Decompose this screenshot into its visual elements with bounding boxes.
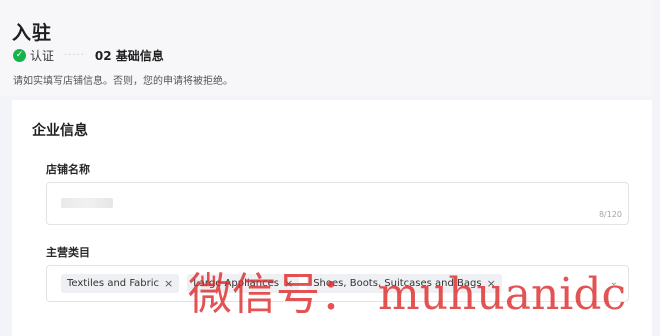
page-title: 入驻: [12, 22, 53, 44]
step-separator: ·····: [64, 49, 85, 61]
store-name-label: 店铺名称: [46, 163, 90, 176]
step-2-label: 02 基础信息: [94, 48, 164, 63]
tag-list: Textiles and Fabric × Large Appliances ×…: [61, 274, 502, 293]
page-header: 入驻 ✓ 认证 ····· 02 基础信息 请如实填写店铺信息。否则，您的申请将…: [0, 0, 652, 96]
main-category-label: 主营类目: [46, 246, 90, 259]
step-1-label: 认证: [30, 48, 55, 63]
page-subtitle: 请如实填写店铺信息。否则，您的申请将被拒绝。: [13, 76, 233, 87]
main-category-select[interactable]: Textiles and Fabric × Large Appliances ×…: [46, 265, 629, 302]
tag-label: Shoes, Boots, Suitcases and Bags: [313, 278, 482, 289]
close-icon[interactable]: ×: [487, 277, 496, 290]
category-tag: Large Appliances ×: [187, 274, 300, 293]
store-name-input[interactable]: 8/120: [46, 182, 629, 225]
close-icon[interactable]: ×: [164, 277, 173, 290]
chevron-down-icon[interactable]: ⌄: [610, 277, 618, 288]
tag-label: Large Appliances: [193, 278, 279, 289]
close-icon[interactable]: ×: [284, 277, 293, 290]
tag-label: Textiles and Fabric: [67, 278, 160, 289]
category-tag: Shoes, Boots, Suitcases and Bags ×: [307, 274, 502, 293]
check-circle-icon: ✓: [13, 48, 26, 62]
category-tag: Textiles and Fabric ×: [61, 274, 180, 293]
step-indicator: ✓ 认证 ····· 02 基础信息: [13, 47, 164, 63]
card-title: 企业信息: [32, 123, 88, 139]
store-name-value-blurred: [61, 198, 113, 208]
business-info-card: 企业信息 店铺名称 8/120 主营类目 Textiles and Fabric…: [12, 100, 652, 336]
char-count: 8/120: [598, 210, 622, 219]
